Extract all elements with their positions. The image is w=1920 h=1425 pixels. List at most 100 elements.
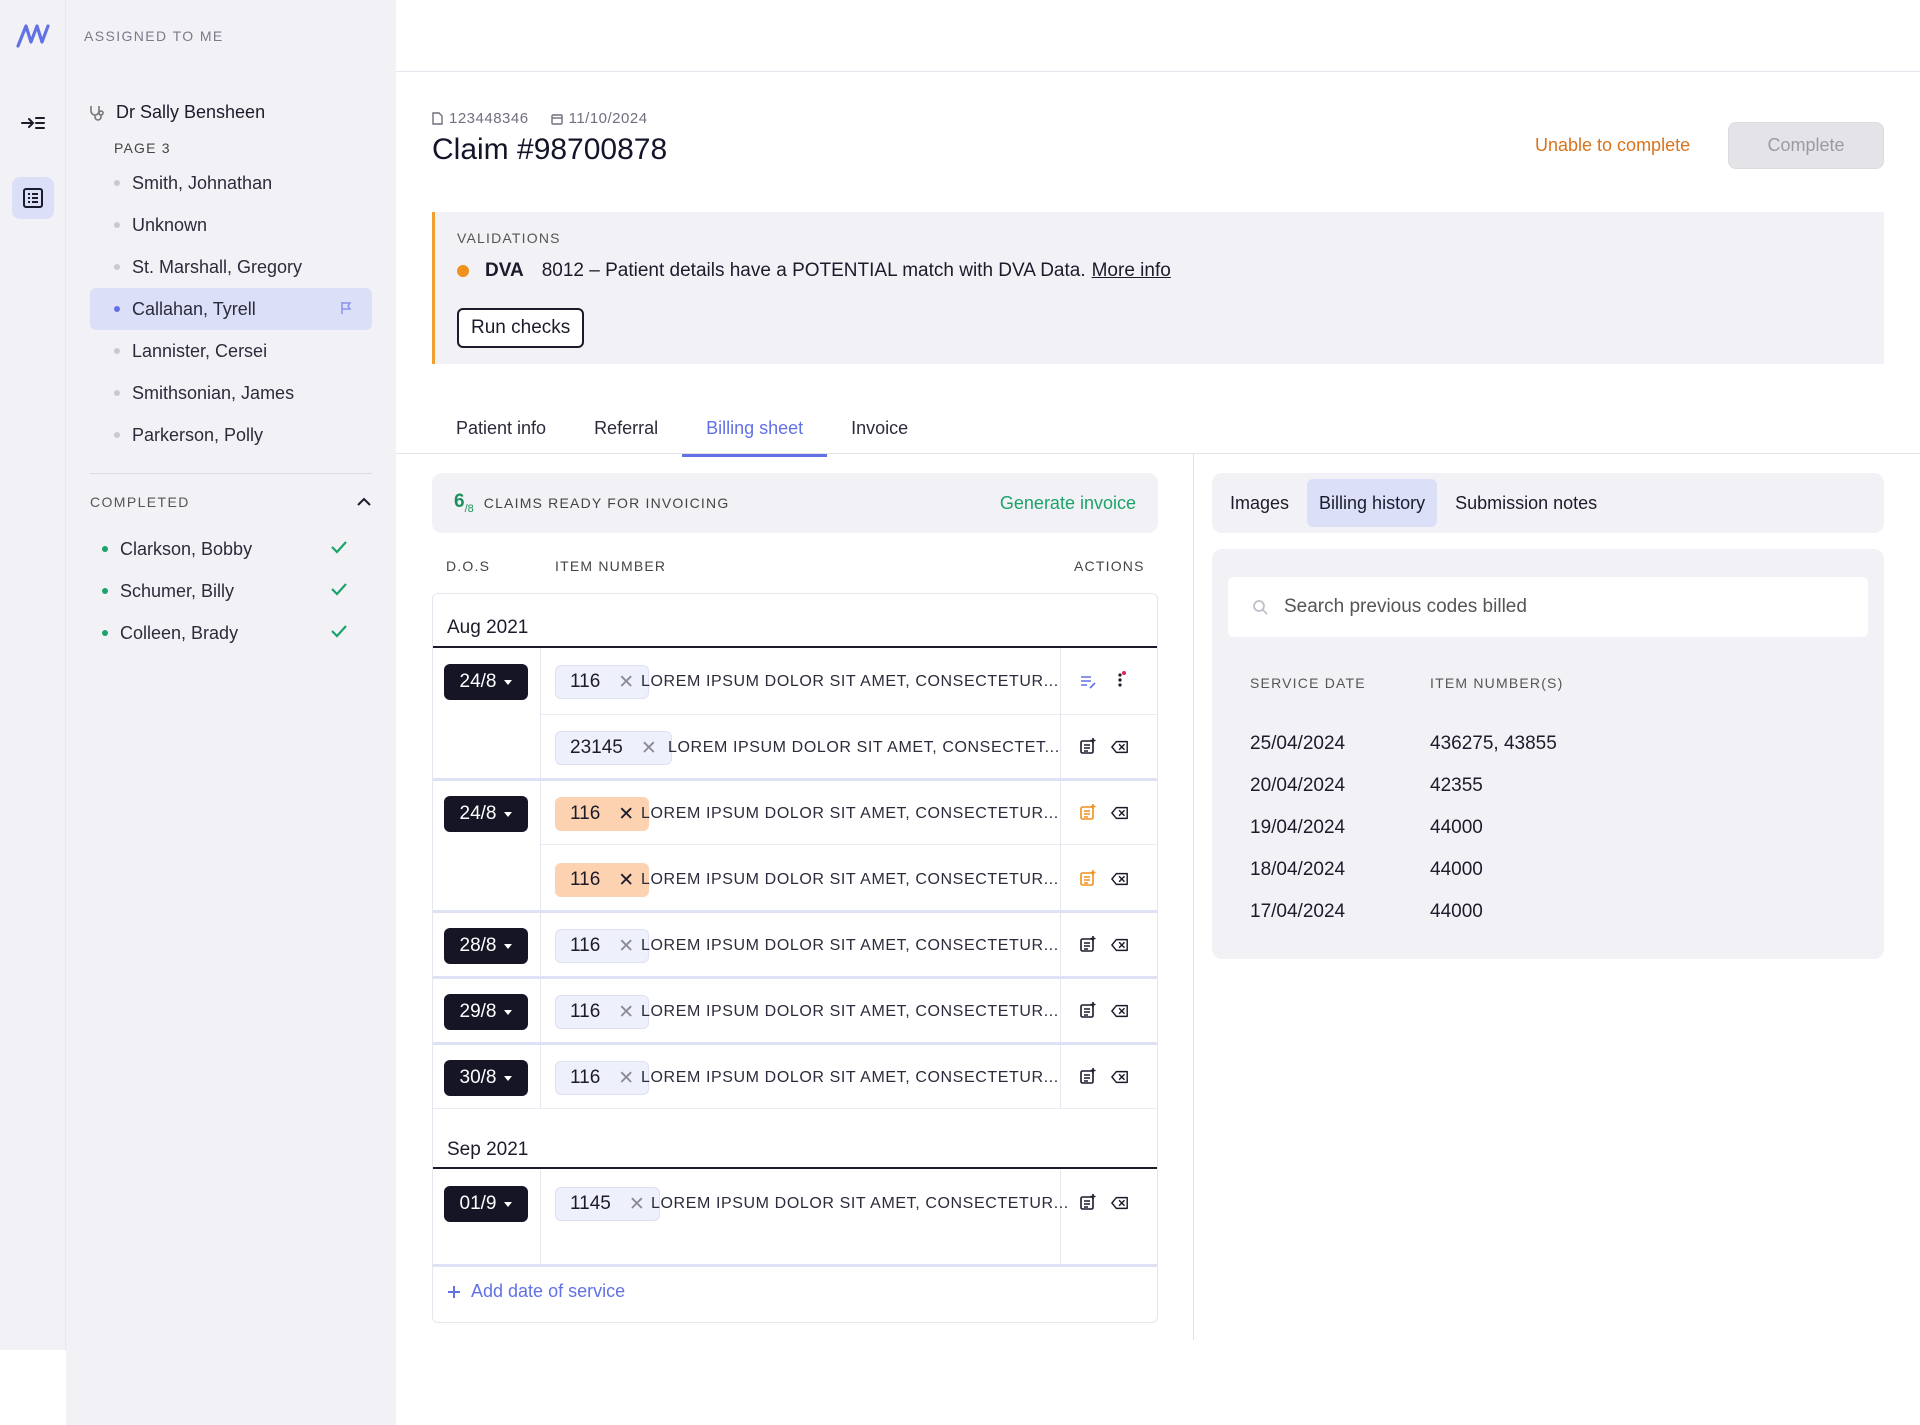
- collapse-menu-icon: [21, 117, 45, 129]
- tab-images[interactable]: Images: [1218, 479, 1301, 527]
- completed-patient-item[interactable]: Colleen, Brady: [90, 612, 372, 654]
- item-number-chip[interactable]: 116 ✕: [555, 863, 650, 897]
- remove-item-icon[interactable]: ✕: [618, 1001, 634, 1024]
- tab-billing-history[interactable]: Billing history: [1307, 479, 1438, 527]
- collapse-menu-button[interactable]: [12, 102, 54, 144]
- service-date: 18/04/2024: [1250, 859, 1346, 880]
- service-date: 19/04/2024: [1250, 817, 1346, 838]
- bullet-icon: [114, 180, 120, 186]
- month-divider: [433, 646, 1157, 648]
- list-view-button[interactable]: [12, 177, 54, 219]
- remove-item-icon[interactable]: ✕: [641, 737, 657, 760]
- complete-button[interactable]: Complete: [1728, 122, 1884, 169]
- search-icon: [1253, 600, 1268, 615]
- item-number-chip[interactable]: 116 ✕: [555, 797, 650, 831]
- tab-referral[interactable]: Referral: [570, 406, 682, 455]
- add-date-of-service-button[interactable]: Add date of service: [447, 1281, 625, 1302]
- header-divider: [396, 71, 1920, 72]
- date-of-service-dropdown[interactable]: 01/9: [444, 1186, 528, 1222]
- stethoscope-icon: [90, 105, 104, 121]
- note-icon[interactable]: [1079, 737, 1097, 755]
- sidebar-patient-item[interactable]: Unknown: [90, 204, 372, 246]
- caret-down-icon: [504, 1009, 513, 1015]
- remove-item-icon[interactable]: ✕: [618, 869, 634, 892]
- edit-list-icon[interactable]: [1079, 673, 1097, 691]
- backspace-delete-icon[interactable]: [1111, 1068, 1129, 1086]
- completed-patient-item[interactable]: Schumer, Billy: [90, 570, 372, 612]
- panel-divider: [1193, 454, 1194, 1340]
- item-number-chip[interactable]: 116 ✕: [555, 1061, 650, 1095]
- item-number-chip[interactable]: 116 ✕: [555, 665, 650, 699]
- column-header-item-number: ITEM NUMBER: [555, 558, 667, 574]
- date-of-service-dropdown[interactable]: 29/8: [444, 994, 528, 1030]
- backspace-delete-icon[interactable]: [1111, 738, 1129, 756]
- more-options-icon[interactable]: [1111, 671, 1129, 689]
- date-value: 28/8: [459, 935, 497, 956]
- remove-item-icon[interactable]: ✕: [618, 803, 634, 826]
- backspace-delete-icon[interactable]: [1111, 870, 1129, 888]
- note-icon[interactable]: [1079, 1067, 1097, 1085]
- item-number-chip[interactable]: 116 ✕: [555, 929, 650, 963]
- remove-item-icon[interactable]: ✕: [618, 671, 634, 694]
- item-number-chip[interactable]: 116 ✕: [555, 995, 650, 1029]
- patient-name: Callahan, Tyrell: [132, 298, 256, 319]
- generate-invoice-button[interactable]: Generate invoice: [1000, 493, 1136, 514]
- date-of-service-dropdown[interactable]: 28/8: [444, 928, 528, 964]
- note-icon[interactable]: [1079, 935, 1097, 953]
- run-checks-button[interactable]: Run checks: [457, 308, 585, 348]
- item-numbers: 44000: [1430, 901, 1483, 922]
- ready-text: CLAIMS READY FOR INVOICING: [483, 495, 730, 511]
- flag-icon: [341, 302, 352, 314]
- sidebar-patient-item[interactable]: Lannister, Cersei: [90, 330, 372, 372]
- remove-item-icon[interactable]: ✕: [618, 935, 634, 958]
- tab-patient-info[interactable]: Patient info: [432, 406, 570, 455]
- note-icon[interactable]: [1079, 1001, 1097, 1019]
- sidebar-patient-item[interactable]: St. Marshall, Gregory: [90, 246, 372, 288]
- validation-row: DVA 8012 – Patient details have a POTENT…: [457, 260, 1171, 282]
- sidebar-divider: [90, 473, 372, 474]
- sidebar-patient-item[interactable]: Smith, Johnathan: [90, 162, 372, 204]
- column-divider: [540, 1045, 541, 1108]
- sidebar-patient-item[interactable]: Parkerson, Polly: [90, 414, 372, 456]
- item-numbers: 44000: [1430, 817, 1483, 838]
- tab-submission-notes[interactable]: Submission notes: [1443, 479, 1609, 527]
- tab-invoice[interactable]: Invoice: [827, 406, 932, 455]
- column-header-actions: ACTIONS: [1074, 558, 1145, 574]
- search-field[interactable]: [1228, 577, 1868, 637]
- column-divider: [1060, 781, 1061, 910]
- date-of-service-dropdown[interactable]: 24/8: [444, 796, 528, 832]
- unable-to-complete-button[interactable]: Unable to complete: [1535, 135, 1690, 156]
- backspace-delete-icon[interactable]: [1111, 1194, 1129, 1212]
- item-numbers: 44000: [1430, 859, 1483, 880]
- remove-item-icon[interactable]: ✕: [618, 1067, 634, 1090]
- backspace-delete-icon[interactable]: [1111, 1002, 1129, 1020]
- brand-logo-icon[interactable]: [15, 20, 51, 50]
- validation-code: DVA: [485, 260, 524, 281]
- remove-item-icon[interactable]: ✕: [629, 1193, 645, 1216]
- item-number-chip[interactable]: 1145 ✕: [555, 1187, 660, 1221]
- patient-list: Smith, Johnathan Unknown St. Marshall, Gre…: [90, 162, 372, 456]
- backspace-delete-icon[interactable]: [1111, 936, 1129, 954]
- patient-name: Unknown: [132, 214, 208, 235]
- completed-patient-item[interactable]: Clarkson, Bobby: [90, 528, 372, 570]
- claim-meta: 123448346 11/10/2024: [432, 110, 648, 127]
- tab-billing-sheet[interactable]: Billing sheet: [682, 406, 828, 457]
- group-divider: [433, 910, 1157, 913]
- group-divider: [433, 976, 1157, 979]
- date-value: 24/8: [459, 803, 497, 824]
- claim-tabs: Patient info Referral Billing sheet Invoice: [432, 406, 932, 457]
- doctor-row[interactable]: Dr Sally Bensheen: [88, 102, 265, 123]
- more-info-link[interactable]: More info: [1092, 260, 1171, 282]
- date-of-service-dropdown[interactable]: 24/8: [444, 664, 528, 700]
- note-icon[interactable]: [1079, 803, 1097, 821]
- completed-section-toggle[interactable]: COMPLETED: [90, 494, 372, 510]
- backspace-delete-icon[interactable]: [1111, 804, 1129, 822]
- date-of-service-dropdown[interactable]: 30/8: [444, 1060, 528, 1096]
- sidebar-patient-item[interactable]: Smithsonian, James: [90, 372, 372, 414]
- note-icon[interactable]: [1079, 1193, 1097, 1211]
- search-input[interactable]: [1284, 596, 1844, 618]
- sidebar-patient-item[interactable]: Callahan, Tyrell: [90, 288, 372, 330]
- item-code: 116: [570, 1067, 601, 1088]
- note-icon[interactable]: [1079, 869, 1097, 887]
- item-number-chip[interactable]: 23145 ✕: [555, 731, 672, 765]
